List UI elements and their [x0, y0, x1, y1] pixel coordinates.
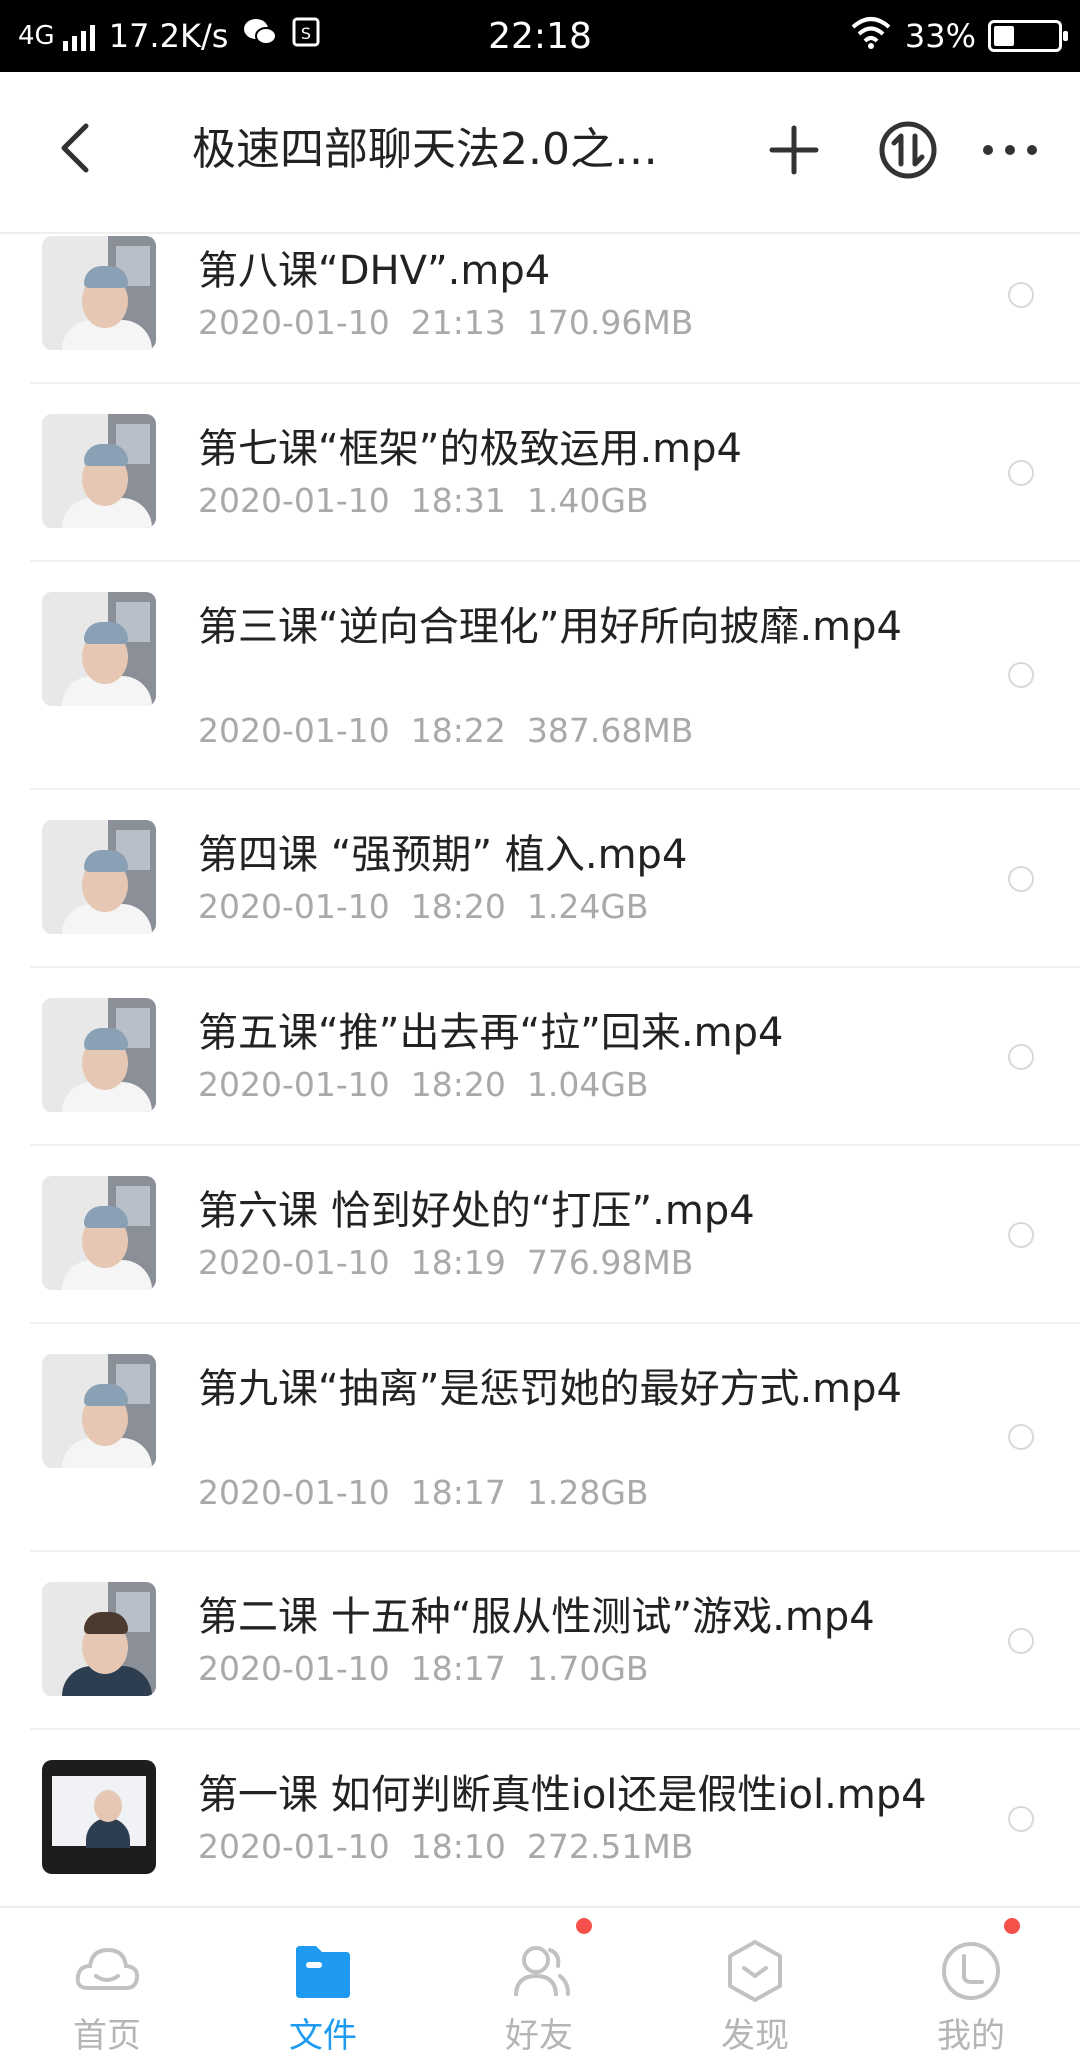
wifi-icon	[849, 15, 893, 57]
file-name: 第四课 “强预期” 植入.mp4	[198, 832, 688, 878]
tab-files[interactable]: 文件	[248, 1908, 398, 2056]
file-meta: 2020-01-10 18:20 1.24GB	[198, 887, 649, 926]
file-name: 第二课 十五种“服从性测试”游戏.mp4	[198, 1594, 875, 1640]
video-thumbnail	[42, 820, 156, 934]
tab-label: 我的	[937, 2016, 1005, 2056]
file-meta: 2020-01-10 18:22 387.68MB	[198, 711, 694, 750]
file-name: 第三课“逆向合理化”用好所向披靡.mp4	[198, 604, 902, 650]
add-button[interactable]	[756, 112, 832, 188]
folder-icon	[296, 1946, 350, 1998]
file-row[interactable]: 第八课“DHV”.mp4 2020-01-10 21:13 170.96MB	[0, 236, 1080, 384]
video-thumbnail	[42, 1582, 156, 1696]
select-checkbox[interactable]	[1008, 866, 1034, 892]
video-thumbnail	[42, 1354, 156, 1468]
file-name: 第五课“推”出去再“拉”回来.mp4	[198, 1010, 784, 1056]
friends-badge	[576, 1918, 592, 1934]
discover-icon	[728, 1940, 782, 2002]
video-thumbnail	[42, 1176, 156, 1290]
plus-icon	[769, 125, 819, 175]
tab-label: 首页	[73, 2016, 141, 2056]
select-checkbox[interactable]	[1008, 1628, 1034, 1654]
file-meta: 2020-01-10 18:17 1.70GB	[198, 1649, 649, 1688]
tab-label: 发现	[721, 2016, 789, 2056]
file-meta: 2020-01-10 18:19 776.98MB	[198, 1243, 694, 1282]
select-checkbox[interactable]	[1008, 1806, 1034, 1832]
file-row[interactable]: 第一课 如何判断真性iol还是假性iol.mp4 2020-01-10 18:1…	[0, 1730, 1080, 1906]
tab-label: 文件	[289, 2016, 357, 2056]
file-meta: 2020-01-10 18:17 1.28GB	[198, 1473, 649, 1512]
select-checkbox[interactable]	[1008, 1424, 1034, 1450]
file-name: 第九课“抽离”是惩罚她的最好方式.mp4	[198, 1366, 902, 1412]
file-meta: 2020-01-10 21:13 170.96MB	[198, 303, 694, 342]
file-name: 第一课 如何判断真性iol还是假性iol.mp4	[198, 1772, 927, 1818]
select-checkbox[interactable]	[1008, 282, 1034, 308]
select-checkbox[interactable]	[1008, 1222, 1034, 1248]
transfer-button[interactable]	[870, 112, 946, 188]
battery-percent: 33%	[904, 17, 976, 55]
more-dots-icon	[983, 145, 1037, 155]
select-checkbox[interactable]	[1008, 662, 1034, 688]
file-row[interactable]: 第五课“推”出去再“拉”回来.mp4 2020-01-10 18:20 1.04…	[0, 968, 1080, 1146]
video-thumbnail	[42, 236, 156, 350]
file-row[interactable]: 第三课“逆向合理化”用好所向披靡.mp4 2020-01-10 18:22 38…	[0, 562, 1080, 790]
file-row[interactable]: 第六课 恰到好处的“打压”.mp4 2020-01-10 18:19 776.9…	[0, 1146, 1080, 1324]
video-thumbnail	[42, 1760, 156, 1874]
file-name: 第八课“DHV”.mp4	[198, 248, 551, 294]
tab-home[interactable]: 首页	[32, 1908, 182, 2056]
video-thumbnail	[42, 998, 156, 1112]
status-bar: 4G 17.2K/s S 22:18 33%	[0, 0, 1080, 72]
select-checkbox[interactable]	[1008, 460, 1034, 486]
tab-profile[interactable]: 我的	[896, 1908, 1046, 2056]
more-button[interactable]	[972, 112, 1048, 188]
file-row[interactable]: 第七课“框架”的极致运用.mp4 2020-01-10 18:31 1.40GB	[0, 384, 1080, 562]
file-meta: 2020-01-10 18:20 1.04GB	[198, 1065, 649, 1104]
back-arrow-icon	[61, 123, 89, 173]
page-title: 极速四部聊天法2.0之…	[192, 124, 658, 175]
battery-icon	[988, 20, 1068, 52]
file-meta: 2020-01-10 18:31 1.40GB	[198, 481, 649, 520]
video-thumbnail	[42, 414, 156, 528]
file-row[interactable]: 第九课“抽离”是惩罚她的最好方式.mp4 2020-01-10 18:17 1.…	[0, 1324, 1080, 1552]
profile-icon	[942, 1942, 1000, 2000]
friends-icon	[514, 1946, 570, 1997]
tab-label: 好友	[505, 2016, 573, 2056]
bottom-tab-bar: 首页 文件 好友 发现 我的	[0, 1906, 1080, 2056]
cloud-icon	[75, 1947, 140, 1990]
transfer-icon	[879, 121, 937, 179]
video-thumbnail	[42, 592, 156, 706]
file-row[interactable]: 第二课 十五种“服从性测试”游戏.mp4 2020-01-10 18:17 1.…	[0, 1552, 1080, 1730]
file-name: 第六课 恰到好处的“打压”.mp4	[198, 1188, 755, 1234]
profile-badge	[1004, 1918, 1020, 1934]
file-name: 第七课“框架”的极致运用.mp4	[198, 426, 742, 472]
status-right: 33%	[849, 0, 1068, 72]
file-row[interactable]: 第四课 “强预期” 植入.mp4 2020-01-10 18:20 1.24GB	[0, 790, 1080, 968]
file-meta: 2020-01-10 18:10 272.51MB	[198, 1827, 694, 1866]
top-navigation-bar: 极速四部聊天法2.0之…	[0, 72, 1080, 234]
select-checkbox[interactable]	[1008, 1044, 1034, 1070]
tab-friends[interactable]: 好友	[464, 1908, 614, 2056]
back-button[interactable]	[46, 116, 110, 180]
tab-discover[interactable]: 发现	[680, 1908, 830, 2056]
